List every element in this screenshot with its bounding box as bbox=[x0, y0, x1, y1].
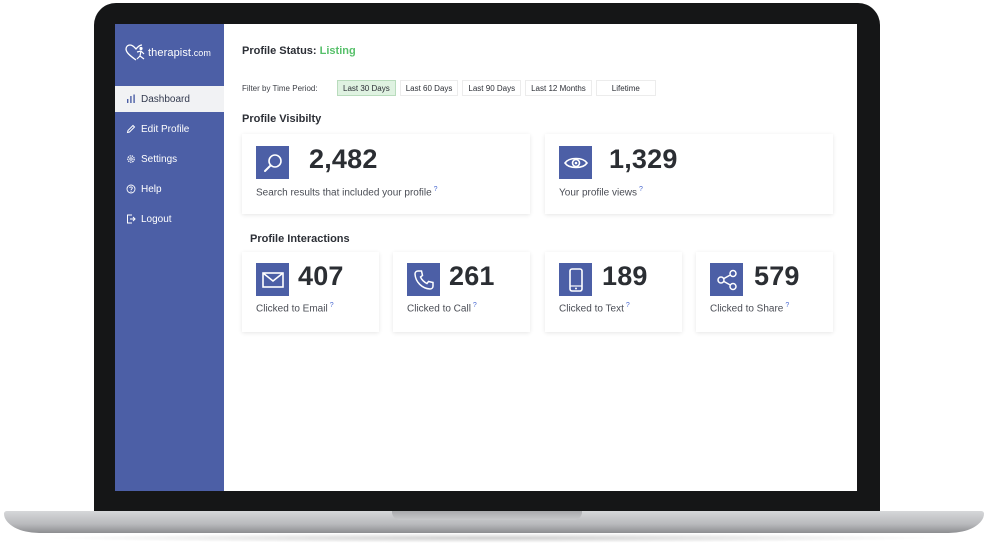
profile-views-count: 1,329 bbox=[609, 144, 678, 174]
heart-person-icon bbox=[125, 44, 145, 61]
question-icon bbox=[126, 184, 136, 194]
share-count: 579 bbox=[754, 261, 800, 291]
profile-status: Profile Status: Listing bbox=[242, 45, 356, 57]
mobile-icon bbox=[568, 267, 583, 292]
profile-views-caption: Your profile views? bbox=[559, 186, 643, 199]
help-icon[interactable]: ? bbox=[626, 302, 630, 309]
call-caption: Clicked to Call? bbox=[407, 302, 477, 315]
logout-icon bbox=[127, 214, 136, 224]
profile-views-card: 1,329 Your profile views? bbox=[545, 134, 833, 214]
sidebar-item-label: Logout bbox=[141, 213, 172, 225]
screen: therapist.com Dashboard Edit Profile Set… bbox=[115, 24, 857, 491]
text-count: 189 bbox=[602, 261, 648, 291]
share-card: 579 Clicked to Share? bbox=[696, 252, 833, 332]
gear-icon bbox=[127, 155, 135, 163]
help-icon[interactable]: ? bbox=[785, 302, 789, 309]
call-card: 261 Clicked to Call? bbox=[393, 252, 530, 332]
pencil-icon bbox=[126, 124, 136, 134]
brand-logo[interactable]: therapist.com bbox=[125, 42, 211, 64]
help-icon[interactable]: ? bbox=[473, 302, 477, 309]
sidebar-item-label: Dashboard bbox=[141, 93, 190, 105]
filter-last-12-months[interactable]: Last 12 Months bbox=[525, 80, 592, 96]
share-caption: Clicked to Share? bbox=[710, 302, 790, 315]
laptop-shadow bbox=[40, 533, 948, 543]
mobile-icon-box bbox=[559, 263, 592, 296]
sidebar-item-logout[interactable]: Logout bbox=[115, 206, 224, 232]
email-caption: Clicked to Email? bbox=[256, 302, 334, 315]
filter-last-30-days[interactable]: Last 30 Days bbox=[337, 80, 396, 96]
share-icon bbox=[716, 269, 737, 290]
main-content: Profile Status: Listing Filter by Time P… bbox=[224, 24, 857, 491]
share-icon-box bbox=[710, 263, 743, 296]
sidebar-item-label: Help bbox=[141, 183, 162, 195]
profile-status-value: Listing bbox=[319, 45, 356, 57]
text-card: 189 Clicked to Text? bbox=[545, 252, 682, 332]
laptop-notch bbox=[392, 511, 582, 520]
search-results-card: 2,482 Search results that included your … bbox=[242, 134, 530, 214]
email-card: 407 Clicked to Email? bbox=[242, 252, 379, 332]
sidebar: therapist.com Dashboard Edit Profile Set… bbox=[115, 24, 224, 491]
search-results-caption: Search results that included your profil… bbox=[256, 186, 438, 199]
envelope-icon-box bbox=[256, 263, 289, 296]
brand-name: therapist.com bbox=[148, 47, 211, 59]
sidebar-nav: Dashboard Edit Profile Settings Help Log… bbox=[115, 86, 224, 236]
phone-icon-box bbox=[407, 263, 440, 296]
phone-icon bbox=[413, 269, 434, 290]
sidebar-item-dashboard[interactable]: Dashboard bbox=[115, 86, 224, 112]
sidebar-item-edit-profile[interactable]: Edit Profile bbox=[115, 116, 224, 142]
eye-icon-box bbox=[559, 146, 592, 179]
time-filter-group: Last 30 Days Last 60 Days Last 90 Days L… bbox=[337, 80, 660, 96]
eye-icon bbox=[563, 157, 588, 168]
help-icon[interactable]: ? bbox=[330, 302, 334, 309]
filter-last-90-days[interactable]: Last 90 Days bbox=[462, 80, 522, 96]
text-caption: Clicked to Text? bbox=[559, 302, 630, 315]
profile-status-label: Profile Status: bbox=[242, 45, 317, 57]
help-icon[interactable]: ? bbox=[639, 186, 643, 193]
search-icon bbox=[263, 153, 282, 172]
sidebar-item-label: Settings bbox=[141, 153, 178, 165]
sidebar-item-help[interactable]: Help bbox=[115, 176, 224, 202]
interactions-section-title: Profile Interactions bbox=[250, 233, 350, 245]
search-results-count: 2,482 bbox=[309, 144, 378, 174]
search-icon-box bbox=[256, 146, 289, 179]
sidebar-item-label: Edit Profile bbox=[141, 123, 190, 135]
email-count: 407 bbox=[298, 261, 344, 291]
filter-label: Filter by Time Period: bbox=[242, 84, 318, 93]
help-icon[interactable]: ? bbox=[434, 186, 438, 193]
sidebar-item-settings[interactable]: Settings bbox=[115, 146, 224, 172]
envelope-icon bbox=[261, 271, 284, 288]
filter-last-60-days[interactable]: Last 60 Days bbox=[399, 80, 459, 96]
call-count: 261 bbox=[449, 261, 495, 291]
filter-lifetime[interactable]: Lifetime bbox=[595, 80, 656, 96]
bar-chart-icon bbox=[127, 94, 135, 103]
visibility-section-title: Profile Visibilty bbox=[242, 113, 322, 125]
